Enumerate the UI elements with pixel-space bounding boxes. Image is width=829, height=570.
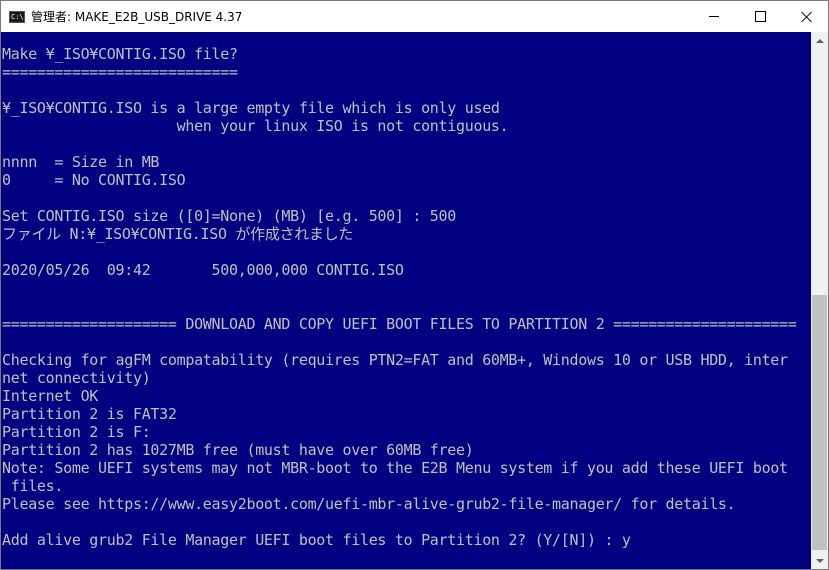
console-line: net connectivity) [2,369,151,387]
console-line: when your linux ISO is not contiguous. [2,117,509,135]
title-bar[interactable]: C:\ 管理者: MAKE_E2B_USB_DRIVE 4.37 [1,1,828,32]
console-line: Make ¥_ISO¥CONTIG.ISO file? [2,45,238,63]
console-line: Internet OK [2,387,99,405]
chevron-up-icon [815,38,824,43]
console-line: Checking for agFM compatability (require… [2,351,788,369]
console-line: nnnn = Size in MB [2,153,160,171]
console-line: Add alive grub2 File Manager UEFI boot f… [2,531,631,549]
console-output[interactable]: Make ¥_ISO¥CONTIG.ISO file? =============… [1,32,811,569]
console-line: files. [2,477,64,495]
scroll-up-button[interactable] [811,32,828,49]
console-line: Set CONTIG.ISO size ([0]=None) (MB) [e.g… [2,207,457,225]
console-window: C:\ 管理者: MAKE_E2B_USB_DRIVE 4.37 Make ¥_… [0,0,829,570]
console-line: ==================== DOWNLOAD AND COPY U… [2,315,797,333]
close-button[interactable] [783,1,828,32]
console-line: ¥_ISO¥CONTIG.ISO is a large empty file w… [2,99,500,117]
scroll-down-button[interactable] [811,552,828,569]
console-line: Partition 2 has 1027MB free (must have o… [2,441,474,459]
console-line: Partition 2 is FAT32 [2,405,177,423]
console-text: Make ¥_ISO¥CONTIG.ISO file? =============… [2,45,811,549]
console-line: Note: Some UEFI systems may not MBR-boot… [2,459,788,477]
scrollbar-thumb[interactable] [812,295,827,550]
minimize-icon [709,16,719,17]
chevron-down-icon [815,558,824,563]
console-line: ファイル N:¥_ISO¥CONTIG.ISO が作成されました [2,225,354,243]
maximize-button[interactable] [737,1,783,32]
console-line: =========================== [2,63,238,81]
console-icon[interactable]: C:\ [9,10,25,23]
console-line: Please see https://www.easy2boot.com/uef… [2,495,736,513]
window-title: 管理者: MAKE_E2B_USB_DRIVE 4.37 [31,10,243,24]
console-line: 2020/05/26 09:42 500,000,000 CONTIG.ISO [2,261,404,279]
maximize-icon [754,11,766,22]
vertical-scrollbar[interactable] [811,32,828,569]
minimize-button[interactable] [691,1,737,32]
console-line: Partition 2 is F: [2,423,151,441]
console-icon-glyph: C:\ [11,12,24,21]
close-icon [801,11,812,22]
console-line: 0 = No CONTIG.ISO [2,171,186,189]
